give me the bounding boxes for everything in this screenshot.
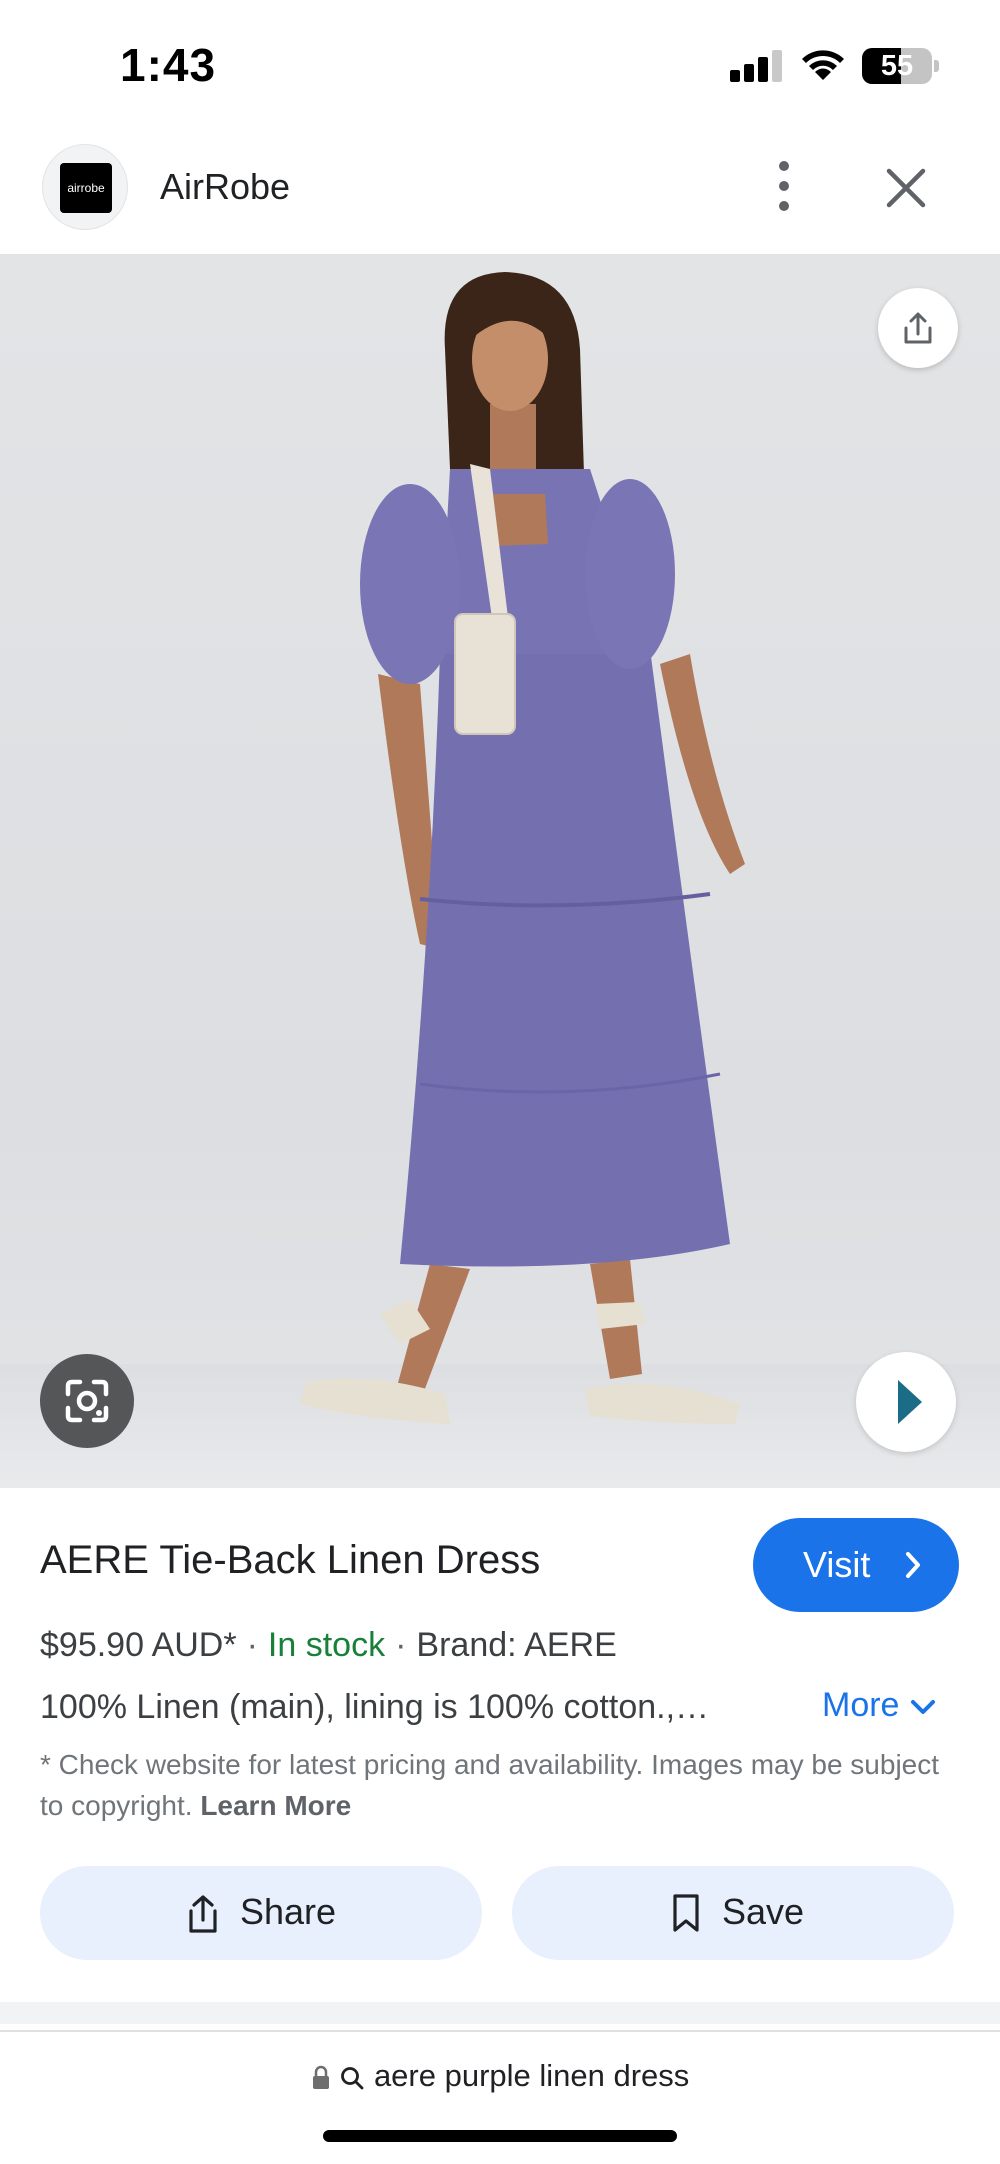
share-label: Share	[240, 1891, 337, 1932]
brand: Brand: AERE	[416, 1626, 617, 1664]
lens-icon	[65, 1379, 109, 1423]
battery-icon: 55	[862, 48, 932, 84]
chevron-right-icon	[906, 1552, 920, 1578]
separator-dot: ·	[246, 1626, 258, 1664]
battery-level: 55	[880, 50, 914, 82]
site-logo[interactable]: airrobe	[42, 144, 128, 230]
lock-icon	[312, 2065, 329, 2089]
section-divider	[0, 2002, 1000, 2024]
site-name[interactable]: AirRobe	[160, 166, 290, 208]
wifi-icon	[802, 50, 844, 80]
address-bar[interactable]: aere purple linen dress	[0, 2058, 1000, 2102]
share-fab[interactable]	[878, 288, 958, 368]
source-header: airrobe AirRobe	[0, 140, 1000, 252]
site-logo-text: airrobe	[60, 163, 112, 213]
search-icon	[341, 2066, 364, 2090]
divider-line	[0, 2030, 1000, 2032]
next-image-button[interactable]	[856, 1352, 956, 1452]
visit-label: Visit	[803, 1544, 871, 1585]
dress-photo	[0, 272, 1000, 1488]
separator-dot: ·	[395, 1626, 407, 1664]
product-description: 100% Linen (main), lining is 100% cotton…	[40, 1688, 710, 1726]
share-icon	[189, 1895, 217, 1933]
save-button[interactable]: Save	[512, 1866, 954, 1960]
product-meta: $95.90 AUD* · In stock · Brand: AERE	[40, 1626, 617, 1665]
product-image[interactable]	[0, 254, 1000, 1488]
battery-nub	[934, 60, 939, 72]
search-query: aere purple linen dress	[373, 2058, 690, 2093]
disclaimer-text: * Check website for latest pricing and a…	[40, 1749, 940, 1821]
signal-icon	[730, 50, 782, 82]
learn-more-link[interactable]: Learn More	[200, 1790, 351, 1821]
price: $95.90 AUD*	[40, 1626, 237, 1664]
status-bar: 1:43 55	[0, 0, 1000, 132]
disclaimer: * Check website for latest pricing and a…	[40, 1744, 960, 1826]
chevron-down-icon	[911, 1700, 936, 1715]
share-button[interactable]: Share	[40, 1866, 482, 1960]
more-vert-icon[interactable]	[764, 156, 804, 216]
next-arrow-icon	[898, 1380, 922, 1424]
visit-button[interactable]: Visit	[753, 1518, 959, 1612]
close-icon[interactable]	[876, 158, 936, 218]
bookmark-icon	[673, 1894, 699, 1932]
more-label: More	[822, 1686, 900, 1724]
save-label: Save	[722, 1891, 805, 1932]
lens-button[interactable]	[40, 1354, 134, 1448]
stock-status: In stock	[267, 1626, 386, 1664]
home-indicator[interactable]	[323, 2130, 677, 2142]
more-button[interactable]: More	[822, 1686, 937, 1725]
product-title: AERE Tie-Back Linen Dress	[40, 1538, 541, 1582]
status-time: 1:43	[120, 39, 217, 91]
share-icon	[904, 312, 932, 344]
